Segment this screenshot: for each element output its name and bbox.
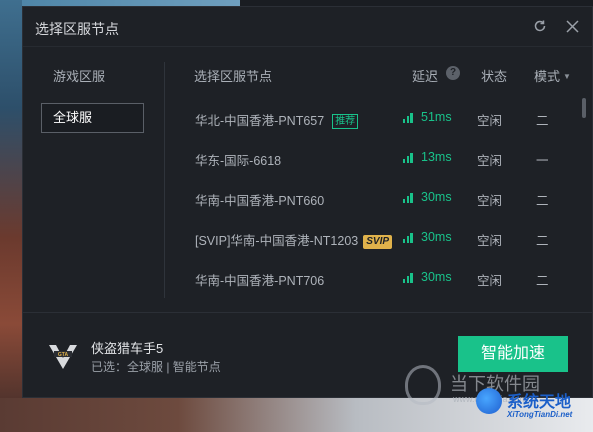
node-name: 华南-中国香港-PNT660 [195,190,324,209]
node-latency: 30ms [421,270,452,284]
background-game-art-left [0,0,22,432]
signal-icon [403,193,413,203]
node-name: 华北-中国香港-PNT657 推荐 [195,110,359,129]
brand-url: XiTongTianDi.net [507,410,573,419]
node-select-dialog: 选择区服节点 游戏区服 全球服 选择区服节点 延迟 ? 状态 模式 ▼ GTA 侠… [22,6,593,398]
node-name-text: 华北-中国香港-PNT657 [195,114,325,128]
node-row[interactable]: 华南-中国香港-PNT706 30ms 空闲 二 [23,258,593,298]
node-row[interactable]: [SVIP]华南-中国香港-NT1203 SVIP 30ms 空闲 二 [23,218,593,258]
signal-icon [403,153,413,163]
signal-icon [403,113,413,123]
node-latency: 13ms [421,150,452,164]
recommended-badge: 推荐 [332,114,359,129]
node-latency: 51ms [421,110,452,124]
node-mode: 二 [536,114,549,128]
column-header-delay[interactable]: 延迟 [412,66,438,85]
node-name-text: 华南-中国香港-PNT660 [195,194,325,208]
node-name: 华东-国际-6618 [195,150,281,169]
game-name: 侠盗猎车手5 [91,341,164,356]
node-row[interactable]: 华南-中国香港-PNT660 30ms 空闲 二 [23,178,593,218]
svg-text:GTA: GTA [58,352,69,358]
node-name-text: 华东-国际-6618 [195,154,282,168]
node-mode: 二 [536,194,549,208]
column-header-mode[interactable]: 模式 ▼ [534,66,571,85]
mode-label: 模式 [534,69,561,84]
signal-icon [403,233,413,243]
selection-summary: 已选：全球服 | 智能节点 [91,360,221,374]
titlebar: 选择区服节点 [23,7,592,47]
node-status: 空闲 [477,234,503,248]
node-mode: 二 [536,274,549,288]
node-latency: 30ms [421,230,452,244]
watermark-logo-icon [405,365,441,405]
help-icon[interactable]: ? [446,66,460,80]
node-status: 空闲 [477,194,503,208]
close-icon[interactable] [562,16,582,36]
footer-divider [23,312,593,313]
node-name-text: [SVIP]华南-中国香港-NT1203 [195,234,359,248]
brand-badge-icon [476,388,502,414]
node-mode: 二 [536,234,549,248]
node-row[interactable]: 华东-国际-6618 13ms 空闲 一 [23,138,593,178]
node-latency: 30ms [421,190,452,204]
node-mode: 一 [536,154,549,168]
brand-name: 系统天地 [507,394,572,411]
node-status: 空闲 [477,114,503,128]
smart-accelerate-button[interactable]: 智能加速 [458,336,568,372]
svip-badge: SVIP [363,235,393,249]
dialog-title: 选择区服节点 [35,21,119,37]
signal-icon [403,273,413,283]
gta5-logo-icon: GTA [45,338,81,374]
column-header-status: 状态 [481,69,508,84]
node-name: [SVIP]华南-中国香港-NT1203 SVIP [195,230,393,249]
caret-down-icon: ▼ [563,72,571,81]
refresh-icon[interactable] [530,16,550,36]
node-table-header: 选择区服节点 延迟 ? 状态 模式 ▼ [23,66,593,85]
node-row[interactable]: 华北-中国香港-PNT657 推荐 51ms 空闲 二 [23,98,593,138]
node-name-text: 华南-中国香港-PNT706 [195,274,325,288]
node-name: 华南-中国香港-PNT706 [195,270,324,289]
node-status: 空闲 [477,274,503,288]
column-header-name: 选择区服节点 [194,69,273,84]
node-status: 空闲 [477,154,503,168]
